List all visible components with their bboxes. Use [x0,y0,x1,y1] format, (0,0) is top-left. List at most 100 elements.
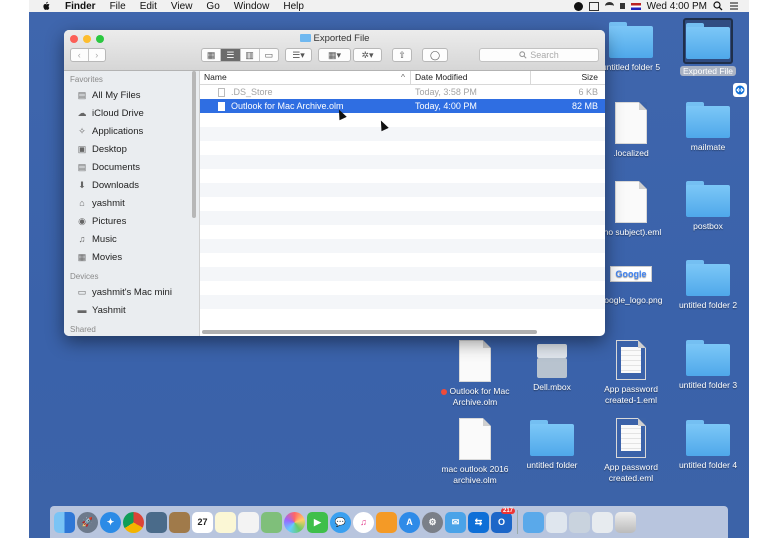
dock-reminders-icon[interactable] [238,511,259,533]
back-button[interactable]: ‹ [71,49,89,61]
share-button[interactable]: ⇧ [392,48,412,62]
empty-row [200,141,605,155]
dock-folder-icon[interactable] [523,511,544,533]
menu-app-finder[interactable]: Finder [65,1,96,12]
sidebar-item-label: iCloud Drive [92,107,144,119]
wifi-icon[interactable] [604,2,614,10]
dock-document-icon[interactable] [592,511,613,533]
desktop-icon-dell-mbox[interactable]: Dell.mbox [514,340,590,393]
dock-document-icon[interactable] [569,511,590,533]
column-header-name[interactable]: Name ^ [200,71,411,84]
column-header-size[interactable]: Size [531,71,605,84]
dock-document-icon[interactable] [546,511,567,533]
dock-ibooks-icon[interactable] [376,511,397,533]
menu-edit[interactable]: Edit [140,1,157,12]
menu-window[interactable]: Window [234,1,270,12]
desktop-icon-untitled-folder-2[interactable]: untitled folder 2 [670,260,746,311]
spotlight-icon[interactable] [713,1,723,11]
desktop-icon-exported-file[interactable]: Exported File [670,18,746,77]
desktop-icon-postbox[interactable]: postbox [670,181,746,232]
sidebar-item-music[interactable]: ♫ Music [64,230,199,248]
desktop-icon-outlook-archive-olm[interactable]: Outlook for Mac Archive.olm [437,340,513,408]
arrange-button[interactable]: ☰▾ [285,48,312,62]
dock: 🚀 ✦ 27 ▶ 💬 ♫ A ⚙ ✉ ⇆ O 217 [50,506,728,538]
sidebar-item-label: Yashmit [92,304,126,316]
documents-icon: ▤ [77,161,87,172]
view-mode-control: ▦ ☰ ▥ ▭ [201,48,279,62]
dock-maps-icon[interactable] [261,511,282,533]
recording-icon[interactable] [573,1,583,11]
desktop-icon-untitled-folder[interactable]: untitled folder [514,420,590,471]
desktop-icon-untitled-folder-4[interactable]: untitled folder 4 [670,420,746,471]
list-view-button[interactable]: ☰ [221,49,241,61]
dock-chrome-icon[interactable] [123,511,144,533]
empty-row [200,295,605,309]
column-header-date[interactable]: Date Modified [411,71,531,84]
empty-row [200,197,605,211]
file-row-outlook-archive[interactable]: Outlook for Mac Archive.olm Today, 4:00 … [200,99,605,113]
forward-button[interactable]: › [89,49,106,61]
dock-outlook-icon[interactable]: O 217 [491,507,515,533]
sidebar-item-home[interactable]: ⌂ yashmit [64,194,199,212]
dock-calendar-icon[interactable]: 27 [192,511,213,533]
dock-safari-icon[interactable]: ✦ [100,511,121,533]
dock-messages-icon[interactable]: 💬 [330,511,351,533]
menu-help[interactable]: Help [283,1,304,12]
group-button[interactable]: ▦▾ [318,48,351,62]
sidebar-item-icloud-drive[interactable]: ☁ iCloud Drive [64,104,199,122]
sidebar-scrollbar[interactable] [192,71,196,218]
dock-notes-icon[interactable] [215,511,236,533]
sidebar-header-devices: Devices [70,272,99,281]
cover-flow-button[interactable]: ▭ [260,49,278,61]
dock-finder-icon[interactable] [54,511,75,533]
title-bar[interactable]: Exported File ‹ › ▦ ☰ ▥ ▭ ☰▾ ▦▾ ✲▾ ⇧ ◯ S… [64,30,605,71]
menu-go[interactable]: Go [206,1,219,12]
dock-facetime-icon[interactable]: ▶ [307,511,328,533]
desktop-icon-label: Dell.mbox [533,382,571,392]
sidebar-item-pictures[interactable]: ◉ Pictures [64,212,199,230]
airplay-icon[interactable] [588,1,599,11]
sidebar-item-desktop[interactable]: ▣ Desktop [64,140,199,158]
dock-teamviewer-icon[interactable]: ⇆ [468,511,489,533]
sidebar-item-mac-mini[interactable]: ▭ yashmit's Mac mini [64,283,199,301]
notification-center-icon[interactable] [729,1,739,11]
sidebar-item-movies[interactable]: ▦ Movies [64,248,199,266]
sidebar-item-all-my-files[interactable]: ▤ All My Files [64,86,199,104]
outlook-badge: 217 [500,507,515,514]
desktop-icon-untitled-folder-3[interactable]: untitled folder 3 [670,340,746,391]
apple-menu-icon[interactable] [41,1,51,11]
column-view-button[interactable]: ▥ [241,49,260,61]
sidebar-item-downloads[interactable]: ⬇ Downloads [64,176,199,194]
desktop-icon-label: untitled folder 2 [678,300,738,310]
desktop-icon-app-password[interactable]: App password created.eml [593,418,669,484]
dock-mail-icon[interactable]: ✉ [445,511,466,533]
dock-photos-icon[interactable] [284,511,305,533]
search-input[interactable]: Search [479,48,599,62]
dock-system-preferences-icon[interactable]: ⚙ [422,511,443,533]
flag-icon[interactable] [630,2,641,10]
dock-launchpad-icon[interactable]: 🚀 [77,511,98,533]
action-button[interactable]: ✲▾ [353,48,382,62]
volume-icon[interactable] [619,3,625,9]
dock-preview-icon[interactable] [146,511,167,533]
desktop-icon-mailmate[interactable]: mailmate [670,102,746,153]
file-row-ds-store[interactable]: .DS_Store Today, 3:58 PM 6 KB [200,85,605,99]
teamviewer-icon[interactable] [733,83,747,97]
file-date: Today, 3:58 PM [415,87,477,97]
sidebar-item-applications[interactable]: ✧ Applications [64,122,199,140]
menu-clock[interactable]: Wed 4:00 PM [647,1,707,12]
menu-view[interactable]: View [171,1,193,12]
desktop-icon-mac-outlook-2016[interactable]: mac outlook 2016 archive.olm [437,418,513,486]
desktop-icon-app-password-1[interactable]: App password created-1.eml [593,340,669,406]
dock-itunes-icon[interactable]: ♫ [353,511,374,533]
sidebar-item-yashmit-disk[interactable]: ▬ Yashmit [64,301,199,319]
sidebar-item-documents[interactable]: ▤ Documents [64,158,199,176]
horizontal-scrollbar[interactable] [202,330,537,334]
dock-trash-icon[interactable] [615,511,636,533]
menu-file[interactable]: File [110,1,126,12]
dock-notefile-icon[interactable] [169,511,190,533]
sidebar-item-label: Pictures [92,215,127,227]
tags-button[interactable]: ◯ [422,48,448,62]
icon-view-button[interactable]: ▦ [202,49,222,61]
dock-app-store-icon[interactable]: A [399,511,420,533]
